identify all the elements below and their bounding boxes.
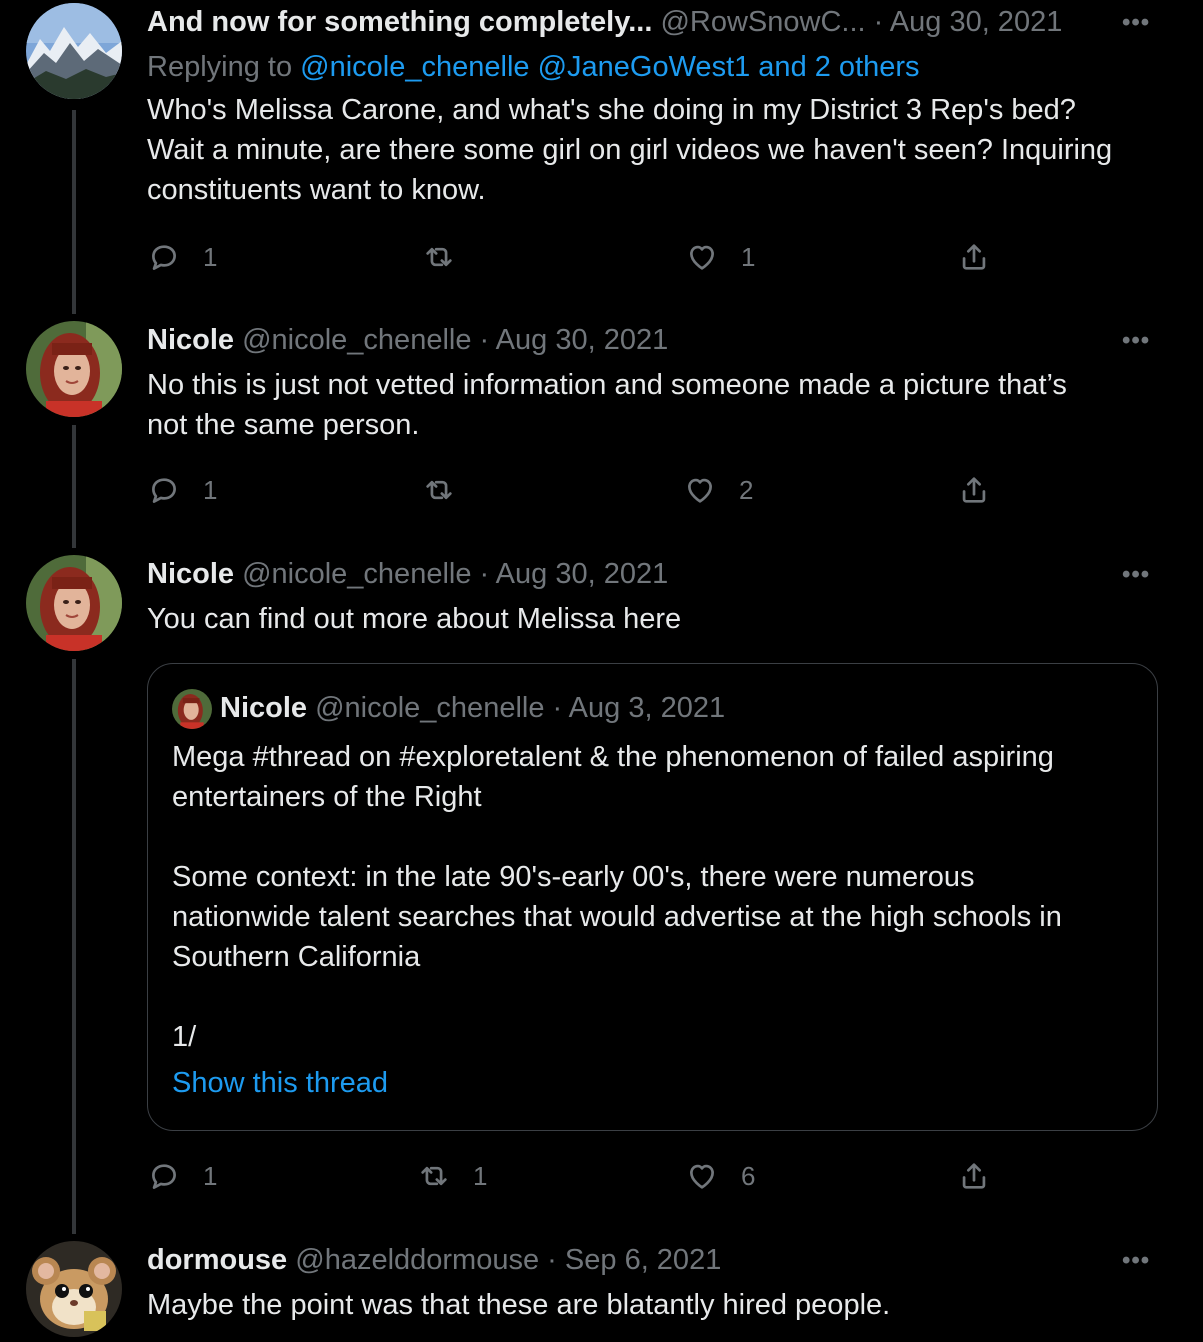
display-name: Nicole — [220, 692, 308, 724]
reply-count: 1 — [203, 1160, 218, 1191]
quoted-tweet-header: Nicole @nicole_chenelle · Aug 3, 2021 — [220, 691, 725, 725]
tweet-text: Maybe the point was that these are blata… — [147, 1285, 1157, 1325]
retweet-count: 1 — [473, 1160, 488, 1191]
user-handle[interactable]: @nicole_chenelle — [242, 558, 471, 590]
heart-icon — [690, 245, 714, 270]
more-options-button[interactable]: ••• — [1122, 11, 1150, 35]
tweet-text-line: 1/ — [172, 1021, 197, 1053]
heart-icon — [690, 1164, 714, 1189]
dormouse-avatar[interactable] — [26, 1241, 122, 1337]
tweet-text: No this is just not vetted information a… — [147, 365, 1157, 445]
display-name[interactable]: dormouse — [147, 1244, 287, 1276]
tweet-text-line: You can find out more about Melissa here — [147, 603, 682, 635]
share-button[interactable] — [957, 1156, 991, 1196]
like-count: 2 — [739, 474, 754, 505]
more-options-button[interactable]: ••• — [1122, 1249, 1150, 1273]
mountain-landscape-avatar[interactable] — [26, 3, 122, 99]
reply-icon — [152, 245, 176, 270]
tweet-header: And now for something completely... @Row… — [147, 5, 1062, 39]
retweet-button[interactable]: 1 — [417, 1156, 487, 1196]
tweet-text-line: Some context: in the late 90's-early 00'… — [172, 861, 975, 893]
woman-portrait-avatar[interactable] — [26, 321, 122, 417]
user-handle[interactable]: @hazelddormouse — [295, 1244, 539, 1276]
replying-mentions-link[interactable]: @nicole_chenelle @JaneGoWest1 and 2 othe… — [300, 51, 919, 83]
tweet-text-line: not the same person. — [147, 409, 420, 441]
like-count: 1 — [741, 241, 756, 272]
like-button[interactable]: 6 — [685, 1156, 755, 1196]
like-count: 6 — [741, 1160, 756, 1191]
tweet-date[interactable]: Aug 30, 2021 — [496, 324, 669, 356]
thread-connector-line — [72, 110, 76, 314]
quoted-tweet-text: Some context: in the late 90's-early 00'… — [172, 857, 1132, 977]
reply-icon — [152, 478, 176, 503]
tweet-header: Nicole @nicole_chenelle · Aug 30, 2021 — [147, 557, 668, 591]
share-icon — [962, 1163, 986, 1189]
retweet-icon — [421, 1166, 447, 1186]
replying-to-line: Replying to @nicole_chenelle @JaneGoWest… — [147, 50, 920, 84]
tweet-text-line: No this is just not vetted information a… — [147, 369, 1067, 401]
separator-dot: · — [873, 6, 884, 38]
share-button[interactable] — [957, 237, 991, 277]
separator-dot: · — [552, 692, 563, 724]
tweet-date[interactable]: Sep 6, 2021 — [565, 1244, 721, 1276]
share-button[interactable] — [957, 470, 991, 510]
heart-icon — [688, 478, 712, 503]
tweet-text: You can find out more about Melissa here — [147, 599, 1157, 639]
tweet-header: Nicole @nicole_chenelle · Aug 30, 2021 — [147, 323, 668, 357]
display-name[interactable]: Nicole — [147, 558, 234, 590]
quoted-tweet-card[interactable]: Nicole @nicole_chenelle · Aug 3, 2021 Me… — [147, 663, 1158, 1131]
separator-dot: · — [479, 324, 490, 356]
tweet-text-line: entertainers of the Right — [172, 781, 482, 813]
tweet-text-line: Maybe the point was that these are blata… — [147, 1289, 891, 1321]
show-thread-link[interactable]: Show this thread — [172, 1066, 388, 1100]
user-handle[interactable]: @nicole_chenelle — [242, 324, 471, 356]
retweet-icon — [426, 480, 452, 500]
tweet-actions: 1 1 6 — [147, 1156, 1047, 1196]
reply-button[interactable]: 1 — [147, 237, 217, 277]
replying-prefix: Replying to — [147, 51, 293, 83]
tweet-text: Who's Melissa Carone, and what's she doi… — [147, 90, 1157, 210]
reply-button[interactable]: 1 — [147, 1156, 217, 1196]
user-handle: @nicole_chenelle — [315, 692, 545, 724]
tweet-actions: 1 1 — [147, 237, 1047, 277]
more-options-button[interactable]: ••• — [1122, 329, 1150, 353]
tweet-date: Aug 3, 2021 — [568, 692, 726, 724]
separator-dot: · — [479, 558, 490, 590]
retweet-icon — [426, 247, 452, 267]
tweet-text-line: Mega #thread on #exploretalent & the phe… — [172, 741, 1054, 773]
woman-portrait-avatar — [172, 689, 212, 729]
tweet-text-line: constituents want to know. — [147, 174, 486, 206]
retweet-button[interactable] — [422, 470, 478, 510]
reply-icon — [152, 1164, 176, 1189]
share-icon — [962, 477, 986, 503]
quoted-tweet-text: Mega #thread on #exploretalent & the phe… — [172, 737, 1132, 817]
tweet-date[interactable]: Aug 30, 2021 — [890, 6, 1063, 38]
thread-connector-line — [72, 659, 76, 1234]
reply-button[interactable]: 1 — [147, 470, 217, 510]
display-name[interactable]: And now for something completely... — [147, 6, 652, 38]
retweet-button[interactable] — [422, 237, 478, 277]
reply-count: 1 — [203, 474, 218, 505]
tweet-header: dormouse @hazelddormouse · Sep 6, 2021 — [147, 1243, 721, 1277]
tweet-text-line: Southern California — [172, 941, 421, 973]
share-icon — [962, 244, 986, 270]
tweet-text-line: Wait a minute, are there some girl on gi… — [147, 134, 1113, 166]
display-name[interactable]: Nicole — [147, 324, 234, 356]
separator-dot: · — [547, 1244, 557, 1276]
tweet-actions: 1 2 — [147, 470, 1047, 510]
quoted-tweet-text: 1/ — [172, 1017, 1132, 1057]
thread-connector-line — [72, 425, 76, 548]
tweet-text-line: nationwide talent searches that would ad… — [172, 901, 1062, 933]
user-handle[interactable]: @RowSnowC... — [660, 6, 865, 38]
woman-portrait-avatar[interactable] — [26, 555, 122, 651]
reply-count: 1 — [203, 241, 218, 272]
like-button[interactable]: 1 — [685, 237, 755, 277]
more-options-button[interactable]: ••• — [1122, 563, 1150, 587]
tweet-date[interactable]: Aug 30, 2021 — [496, 558, 669, 590]
tweet-text-line: Who's Melissa Carone, and what's she doi… — [147, 94, 1076, 126]
like-button[interactable]: 2 — [683, 470, 753, 510]
